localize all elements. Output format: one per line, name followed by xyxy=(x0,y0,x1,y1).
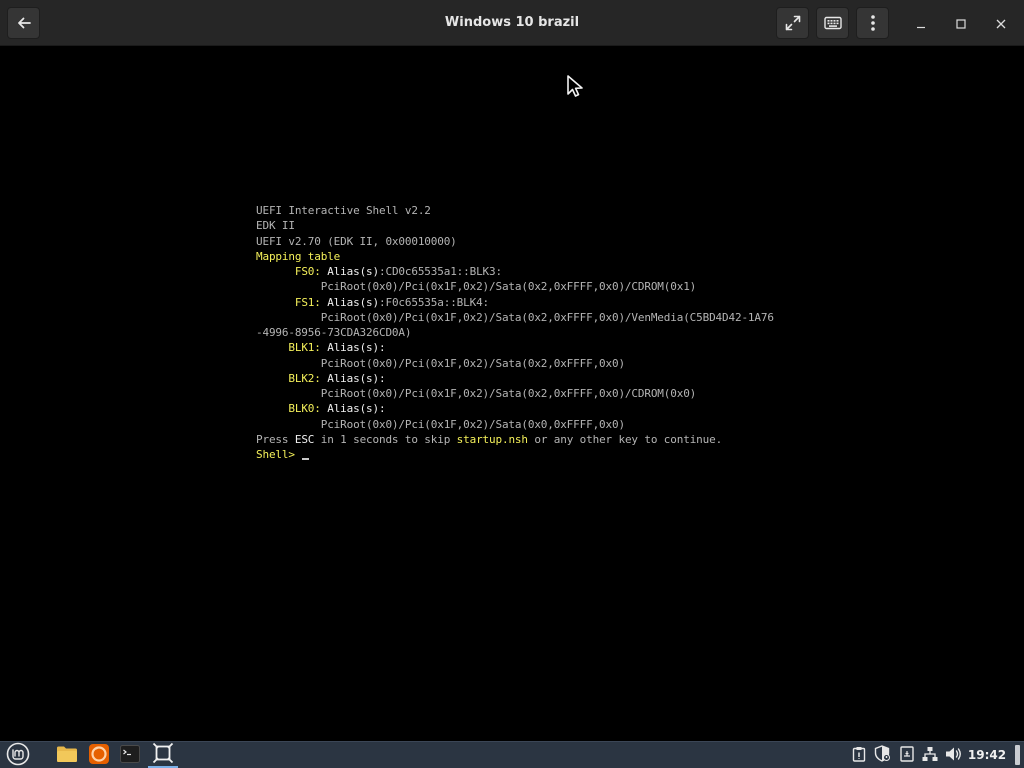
taskbar-files-button[interactable] xyxy=(53,743,81,768)
shell-line: PciRoot(0x0)/Pci(0x1F,0x2)/Sata(0x2,0xFF… xyxy=(256,386,774,401)
shell-text: UEFI v2.70 (EDK II, 0x00010000) xyxy=(256,234,457,248)
send-keys-button[interactable] xyxy=(816,7,849,39)
shell-text: -4996-8956-73CDA326CD0A) xyxy=(256,326,412,339)
vm-display[interactable]: UEFI Interactive Shell v2.2 EDK II UEFI v2… xyxy=(0,46,1024,741)
update-shield-icon xyxy=(874,745,890,766)
vm-viewer-window: Windows 10 brazil UEFI Interactive Shell… xyxy=(0,0,1024,768)
shell-text: FS0: xyxy=(294,265,321,278)
volume-icon xyxy=(945,746,963,766)
arrow-left-icon xyxy=(16,15,32,31)
shell-text xyxy=(256,265,295,278)
tray-update-manager-button[interactable] xyxy=(872,743,892,768)
notes-icon xyxy=(900,745,914,766)
shell-text: :CD0c65535a1::BLK3: xyxy=(379,265,502,278)
shell-text: BLK0: xyxy=(288,402,321,416)
tray-notes-button[interactable] xyxy=(897,743,917,768)
tray-clipboard-button[interactable] xyxy=(849,743,869,768)
shell-text: PciRoot(0x0)/Pci(0x1F,0x2)/Sata(0x2,0xFF… xyxy=(256,280,697,294)
fullscreen-button[interactable] xyxy=(776,7,809,39)
close-button[interactable] xyxy=(986,8,1016,38)
shell-line: PciRoot(0x0)/Pci(0x1F,0x2)/Sata(0x2,0xFF… xyxy=(256,310,774,325)
shell-line: Mapping table xyxy=(256,249,774,264)
firefox-icon xyxy=(88,743,110,768)
shell-line: BLK0: Alias(s): xyxy=(256,401,774,416)
tray-volume-button[interactable] xyxy=(944,743,964,768)
start-menu-button[interactable] xyxy=(4,742,32,768)
shell-text xyxy=(256,296,295,309)
shell-text: startup.nsh xyxy=(456,432,528,446)
more-options-button[interactable] xyxy=(856,7,889,39)
shell-line: FS1: Alias(s):F0c65535a::BLK4: xyxy=(256,295,774,310)
text-cursor xyxy=(302,458,310,460)
shell-text: or any other key to continue. xyxy=(527,432,723,446)
shell-line: PciRoot(0x0)/Pci(0x1F,0x2)/Sata(0x2,0xFF… xyxy=(256,279,774,294)
shell-text: ESC xyxy=(294,432,315,446)
taskbar-vm-viewer-button[interactable] xyxy=(148,742,178,768)
shell-text: Alias(s) xyxy=(320,265,379,278)
shell-prompt-line[interactable]: Shell> xyxy=(256,447,774,462)
shell-text: BLK1: xyxy=(288,341,321,355)
clipboard-icon xyxy=(852,746,866,766)
fullscreen-icon xyxy=(784,14,802,32)
shell-line: Press ESC in 1 seconds to skip startup.n… xyxy=(256,432,774,447)
maximize-icon xyxy=(956,14,966,33)
file-manager-icon xyxy=(56,745,78,767)
shell-text: Alias(s): xyxy=(320,402,386,416)
shell-line: PciRoot(0x0)/Pci(0x1F,0x2)/Sata(0x2,0xFF… xyxy=(256,356,774,371)
shell-text: UEFI Interactive Shell v2.2 xyxy=(256,204,431,217)
shell-text: PciRoot(0x0)/Pci(0x1F,0x2)/Sata(0x2,0xFF… xyxy=(256,356,625,370)
taskbar: 19:42 xyxy=(0,741,1024,768)
network-icon xyxy=(922,746,938,766)
title-bar: Windows 10 brazil xyxy=(0,0,1024,46)
shell-line: UEFI Interactive Shell v2.2 xyxy=(256,203,774,218)
shell-text: Alias(s): xyxy=(320,371,386,385)
shell-line: EDK II xyxy=(256,218,774,233)
shell-text: PciRoot(0x0)/Pci(0x1F,0x2)/Sata(0x2,0xFF… xyxy=(256,310,774,324)
minimize-button[interactable] xyxy=(906,8,936,38)
minimize-icon xyxy=(916,14,926,33)
shell-text: Alias(s) xyxy=(320,295,379,309)
window-title: Windows 10 brazil xyxy=(444,15,580,30)
shell-line: -4996-8956-73CDA326CD0A) xyxy=(256,325,774,340)
shell-line: BLK2: Alias(s): xyxy=(256,371,774,386)
shell-text: :F0c65535a::BLK4: xyxy=(379,295,490,309)
shell-text: Alias(s): xyxy=(320,341,386,355)
shell-prompt: Shell> xyxy=(256,448,295,461)
mint-menu-icon xyxy=(6,742,30,768)
shell-text xyxy=(256,402,288,415)
taskbar-clock[interactable]: 19:42 xyxy=(966,743,1008,768)
close-icon xyxy=(996,14,1006,33)
shell-text: BLK2: xyxy=(288,371,321,385)
shell-text: in 1 seconds to skip xyxy=(314,432,457,446)
shell-line: PciRoot(0x0)/Pci(0x1F,0x2)/Sata(0x0,0xFF… xyxy=(256,417,774,432)
tray-network-button[interactable] xyxy=(920,743,940,768)
shell-line: BLK1: Alias(s): xyxy=(256,340,774,355)
taskbar-firefox-button[interactable] xyxy=(85,743,113,768)
virt-manager-icon xyxy=(152,742,174,768)
terminal-icon xyxy=(120,744,140,767)
shell-text: EDK II xyxy=(256,219,295,233)
taskbar-terminal-button[interactable] xyxy=(116,743,144,768)
uefi-shell-output: UEFI Interactive Shell v2.2 EDK II UEFI v2… xyxy=(256,203,774,462)
maximize-button[interactable] xyxy=(946,8,976,38)
mouse-pointer-icon xyxy=(566,74,586,102)
back-button[interactable] xyxy=(7,7,40,39)
shell-text xyxy=(256,372,288,385)
shell-line: FS0: Alias(s):CD0c65535a1::BLK3: xyxy=(256,264,774,279)
kebab-menu-icon xyxy=(870,14,876,32)
shell-text: FS1: xyxy=(294,295,321,309)
shell-text: Mapping table xyxy=(256,249,341,263)
shell-line: UEFI v2.70 (EDK II, 0x00010000) xyxy=(256,234,774,249)
shell-text: Press xyxy=(256,432,295,446)
keyboard-icon xyxy=(823,16,842,30)
show-desktop-button[interactable] xyxy=(1015,745,1020,765)
shell-text: PciRoot(0x0)/Pci(0x1F,0x2)/Sata(0x2,0xFF… xyxy=(256,387,697,400)
shell-text: PciRoot(0x0)/Pci(0x1F,0x2)/Sata(0x0,0xFF… xyxy=(256,417,625,431)
shell-text xyxy=(256,341,288,354)
